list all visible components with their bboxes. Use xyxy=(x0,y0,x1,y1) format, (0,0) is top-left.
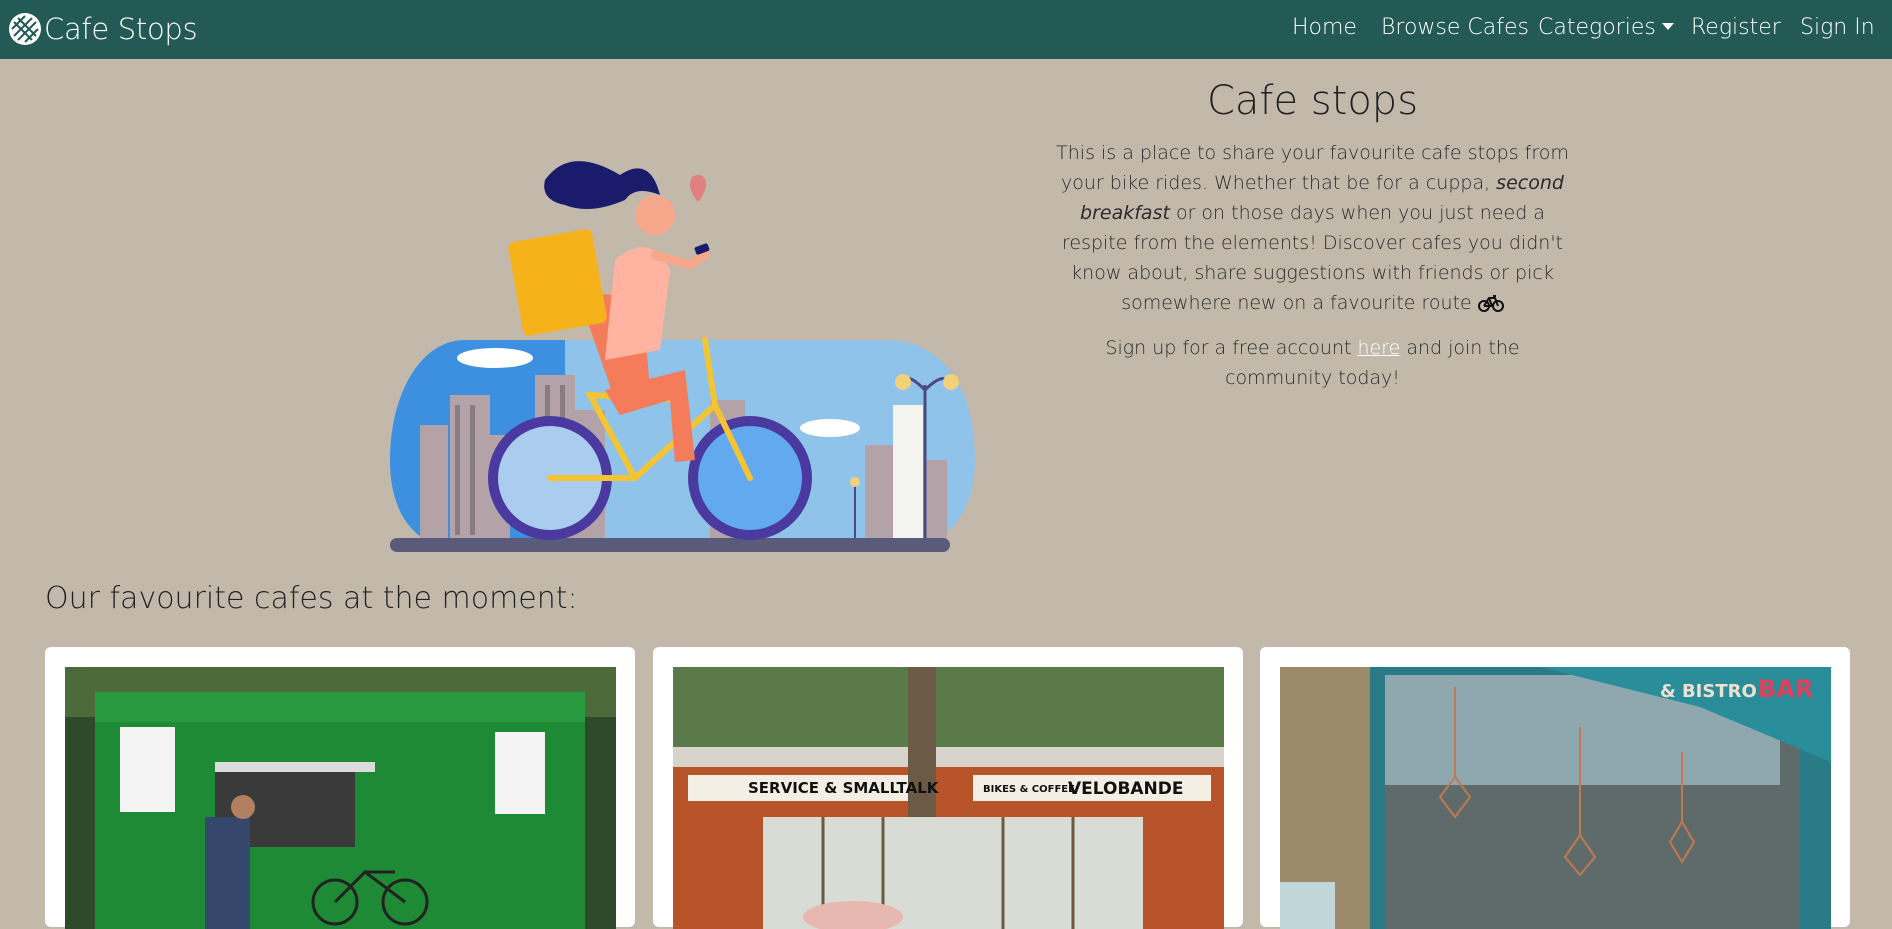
cyclist-illustration xyxy=(390,161,975,552)
nav-categories-dropdown[interactable]: Categories xyxy=(1538,10,1674,46)
nav-register[interactable]: Register xyxy=(1691,10,1781,46)
brand-title: Cafe Stops xyxy=(44,12,198,46)
sign-bikes-coffee: BIKES & COFFEE xyxy=(983,784,1075,795)
cafe-logo-icon xyxy=(9,13,41,45)
sign-brand: BAR xyxy=(1758,675,1813,703)
hero-intro-paragraph: This is a place to share your favourite … xyxy=(1055,138,1570,318)
signup-here-link[interactable]: here xyxy=(1357,337,1400,359)
nav-categories-label: Categories xyxy=(1538,15,1656,40)
nav-browse-cafes[interactable]: Browse Cafes xyxy=(1381,10,1529,46)
nav-home[interactable]: Home xyxy=(1292,10,1357,46)
glass-front-bistro-photo: & BISTRO BAR xyxy=(1280,667,1831,929)
signup-text-start: Sign up for a free account xyxy=(1105,337,1358,359)
favourites-heading: Our favourite cafes at the moment: xyxy=(45,581,578,616)
nav-sign-in[interactable]: Sign In xyxy=(1800,10,1875,46)
cafe-card-3[interactable]: & BISTRO BAR xyxy=(1260,647,1850,929)
hero-text-block: Cafe stops This is a place to share your… xyxy=(1055,78,1570,408)
intro-text-start: This is a place to share your favourite … xyxy=(1056,142,1569,194)
sign-velobande: VELOBANDE xyxy=(1068,779,1184,799)
cafe-card-1[interactable] xyxy=(45,647,635,929)
sign-bistro: & BISTRO xyxy=(1660,681,1757,702)
cafe-card-2[interactable]: SERVICE & SMALLTALK BIKES & COFFEE VELOB… xyxy=(653,647,1243,929)
brand-link[interactable]: Cafe Stops xyxy=(8,9,198,49)
top-navbar: Cafe Stops Home Browse Cafes Categories … xyxy=(0,0,1892,59)
velobande-cafe-photo: SERVICE & SMALLTALK BIKES & COFFEE VELOB… xyxy=(673,667,1224,929)
sign-service-smalltalk: SERVICE & SMALLTALK xyxy=(748,779,940,797)
hero-title: Cafe stops xyxy=(1206,78,1419,124)
hero-signup-paragraph: Sign up for a free account here and join… xyxy=(1055,333,1570,393)
caret-down-icon xyxy=(1661,23,1674,30)
green-kiosk-cafe-photo xyxy=(65,667,616,929)
bicycle-icon xyxy=(1477,295,1504,312)
